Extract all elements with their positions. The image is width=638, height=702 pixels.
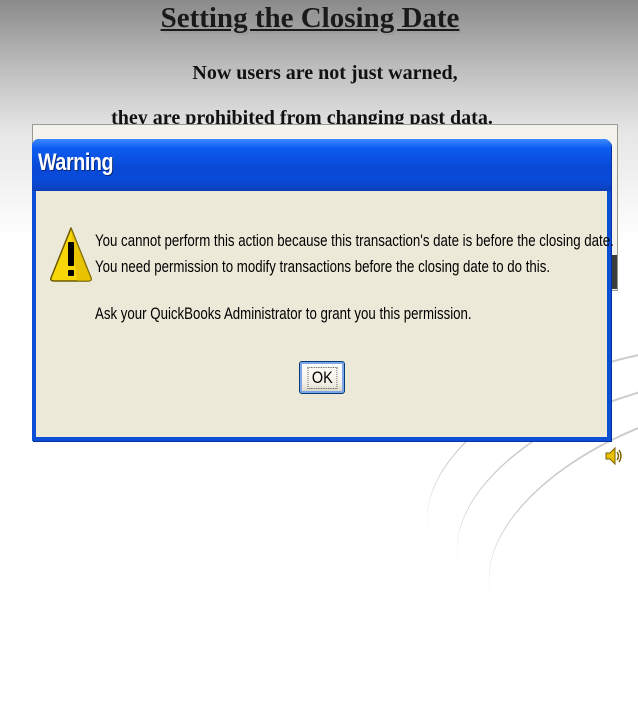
dialog-message-line3: Ask your QuickBooks Administrator to gra…	[95, 304, 472, 323]
ok-button-label: OK	[307, 366, 337, 389]
warning-dialog: Warning You cannot perform this action b…	[32, 139, 614, 441]
dialog-titlebar[interactable]: Warning	[32, 139, 611, 191]
dialog-body: You cannot perform this action because t…	[36, 191, 614, 437]
dialog-message-line1: You cannot perform this action because t…	[95, 231, 614, 250]
slide-subtitle-line1: Now users are not just warned,	[192, 62, 458, 84]
warning-icon	[50, 227, 92, 282]
slide-title: Setting the Closing Date	[160, 2, 460, 34]
ok-button[interactable]: OK	[299, 361, 345, 394]
speaker-icon[interactable]	[603, 445, 625, 467]
dialog-message-line2: You need permission to modify transactio…	[95, 257, 551, 276]
dialog-title: Warning	[38, 149, 114, 176]
